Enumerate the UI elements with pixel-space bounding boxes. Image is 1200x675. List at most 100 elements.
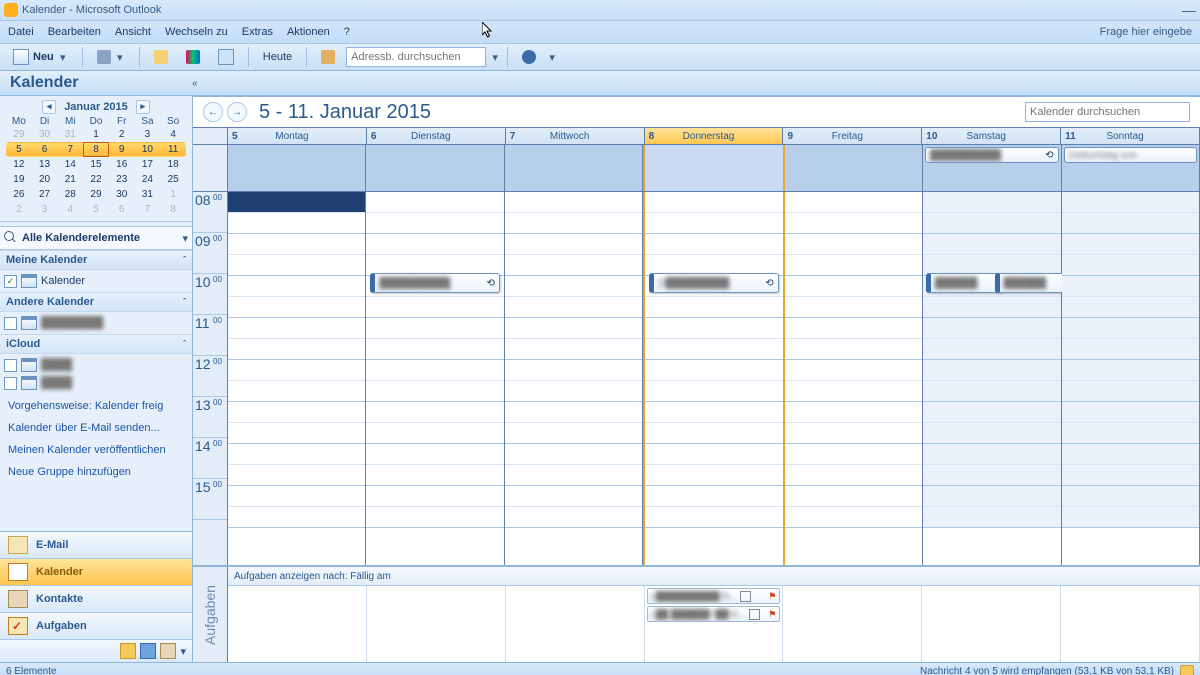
menu-bar: Datei Bearbeiten Ansicht Wechseln zu Ext…: [0, 21, 1200, 44]
help-icon: [522, 50, 536, 64]
menu-extras[interactable]: Extras: [242, 26, 273, 38]
shortcuts-icon[interactable]: [140, 643, 156, 659]
navigation-pane: ◂ Januar 2015 ▸ MoDiMiDoFrSaSo2930311234…: [0, 96, 193, 662]
calendar-search-input[interactable]: [1025, 102, 1190, 122]
checkbox-icon[interactable]: [4, 377, 17, 390]
print-button[interactable]: ▾: [90, 46, 132, 68]
categorize-icon: [186, 50, 200, 64]
calendar-item[interactable]: ████████: [4, 314, 188, 332]
calendar-links: Vorgehensweise: Kalender freig Kalender …: [0, 394, 192, 484]
calendar-item[interactable]: ████: [4, 374, 188, 392]
appointment[interactable]: D█████████⟲: [649, 273, 778, 293]
calendar-label: ████: [41, 359, 72, 371]
outlook-icon: [4, 3, 18, 17]
allday-appointment[interactable]: ██████████⟲: [925, 147, 1058, 163]
next-week-button[interactable]: →: [227, 102, 247, 122]
checkbox-icon[interactable]: [4, 317, 17, 330]
task-item[interactable]: L██ ██████D██32...⚑: [647, 606, 781, 622]
help-search-prompt[interactable]: Frage hier eingebe: [1100, 26, 1192, 38]
addressbook-button[interactable]: [314, 46, 342, 68]
chevron-up-icon[interactable]: ˆ: [183, 297, 186, 307]
menu-goto[interactable]: Wechseln zu: [165, 26, 228, 38]
nav-mail[interactable]: E-Mail: [0, 532, 192, 559]
section-my-calendars[interactable]: Meine Kalenderˆ: [0, 250, 192, 270]
toolbar-options-icon[interactable]: ▾: [547, 51, 557, 64]
module-header: Kalender «: [0, 71, 1200, 96]
addressbook-search-input[interactable]: [346, 47, 486, 67]
appointment[interactable]: ██████: [995, 273, 1072, 293]
task-item[interactable]: L██████████25...⚑: [647, 588, 781, 604]
status-sync-message: Nachricht 4 von 5 wird empfangen (53,1 K…: [920, 666, 1174, 675]
section-icloud[interactable]: iCloudˆ: [0, 334, 192, 354]
calendar-item[interactable]: ✓ Kalender: [4, 272, 188, 290]
menu-view[interactable]: Ansicht: [115, 26, 151, 38]
allday-appointment[interactable]: Geburtstag von: [1064, 147, 1197, 163]
title-bar: Kalender - Microsoft Outlook —: [0, 0, 1200, 21]
date-header: ← → 5 - 11. Januar 2015: [193, 97, 1200, 127]
new-button[interactable]: Neu ▾: [6, 46, 75, 68]
link-publish[interactable]: Meinen Kalender veröffentlichen: [8, 444, 184, 456]
minimize-button[interactable]: —: [1182, 2, 1196, 18]
search-scope-label: Alle Kalenderelemente: [22, 232, 140, 244]
nav-config-icon[interactable]: ▾: [180, 645, 186, 658]
help-button[interactable]: [515, 46, 543, 68]
checkbox-checked-icon[interactable]: ✓: [4, 275, 17, 288]
collapse-nav-icon[interactable]: «: [192, 78, 198, 89]
appointment[interactable]: ██████████⟲: [370, 273, 499, 293]
date-range-label: 5 - 11. Januar 2015: [259, 101, 431, 124]
calendar-item[interactable]: ████: [4, 356, 188, 374]
appointment[interactable]: ██████: [926, 273, 1003, 293]
separator: [248, 47, 249, 67]
addressbook-icon: [321, 50, 335, 64]
menu-file[interactable]: Datei: [8, 26, 34, 38]
prev-month-button[interactable]: ◂: [42, 100, 56, 114]
tasks-label: Aufgaben: [193, 567, 228, 662]
next-month-button[interactable]: ▸: [136, 100, 150, 114]
tasks-icon: ✓: [8, 617, 28, 635]
prev-week-button[interactable]: ←: [203, 102, 223, 122]
section-other-calendars[interactable]: Andere Kalenderˆ: [0, 292, 192, 312]
link-share-howto[interactable]: Vorgehensweise: Kalender freig: [8, 400, 184, 412]
chevron-down-icon[interactable]: ▾: [490, 51, 500, 64]
calendar-icon: [21, 274, 37, 288]
separator: [306, 47, 307, 67]
mail-icon: [8, 536, 28, 554]
calendar-icon: [21, 358, 37, 372]
chevron-up-icon[interactable]: ˆ: [183, 339, 186, 349]
date-navigator[interactable]: ◂ Januar 2015 ▸ MoDiMiDoFrSaSo2930311234…: [0, 96, 192, 222]
permissions-button[interactable]: [147, 46, 175, 68]
toolbar: Neu ▾ ▾ Heute ▾ ▾: [0, 44, 1200, 71]
menu-edit[interactable]: Bearbeiten: [48, 26, 101, 38]
menu-actions[interactable]: Aktionen: [287, 26, 330, 38]
categorize-button[interactable]: [179, 46, 207, 68]
new-calendar-icon: [13, 49, 29, 65]
status-item-count: 6 Elemente: [6, 666, 57, 675]
journal-icon[interactable]: [160, 643, 176, 659]
module-title: Kalender: [0, 74, 192, 92]
permissions-icon: [154, 50, 168, 64]
folder-icon[interactable]: [120, 643, 136, 659]
link-send-email[interactable]: Kalender über E-Mail senden...: [8, 422, 184, 434]
checkbox-icon[interactable]: [4, 359, 17, 372]
separator: [507, 47, 508, 67]
search-scope-row[interactable]: Alle Kalenderelemente ▾: [0, 226, 192, 250]
calendar-label: ████████: [41, 317, 103, 329]
all-day-row[interactable]: ██████████⟲ Geburtstag von: [193, 145, 1200, 192]
printer-icon: [97, 50, 111, 64]
chevron-down-icon[interactable]: ▾: [182, 232, 188, 245]
chevron-down-icon[interactable]: ▾: [58, 51, 68, 64]
today-button[interactable]: Heute: [256, 46, 299, 68]
menu-help[interactable]: ?: [344, 26, 350, 38]
nav-tasks[interactable]: ✓Aufgaben: [0, 613, 192, 640]
chevron-up-icon[interactable]: ˆ: [183, 255, 186, 265]
calendar-icon: [8, 563, 28, 581]
contacts-icon: [8, 590, 28, 608]
time-grid[interactable]: 08000900100011001200130014001500 ███████…: [193, 192, 1200, 565]
nav-contacts[interactable]: Kontakte: [0, 586, 192, 613]
nav-calendar[interactable]: Kalender: [0, 559, 192, 586]
view-button[interactable]: [211, 46, 241, 68]
separator: [139, 47, 140, 67]
link-new-group[interactable]: Neue Gruppe hinzufügen: [8, 466, 184, 478]
chevron-down-icon[interactable]: ▾: [115, 51, 125, 64]
nav-overflow: ▾: [0, 640, 192, 662]
